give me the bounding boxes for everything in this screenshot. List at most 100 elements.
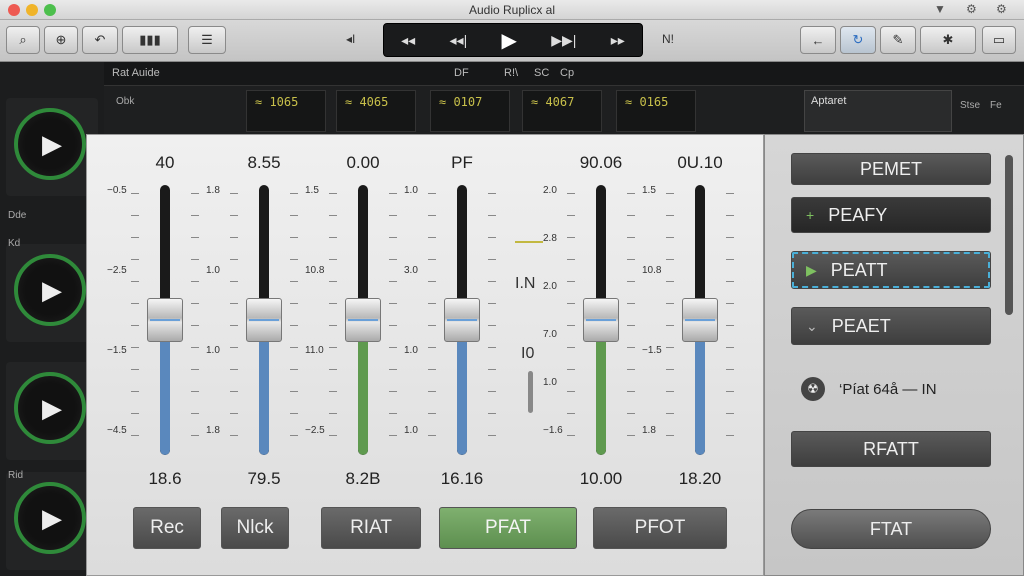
fader-knob[interactable] [583,298,619,342]
deck-play-button[interactable]: ▶ [14,108,86,180]
riat-button[interactable]: RIAT [321,507,421,549]
fader-tick [389,237,397,238]
rewind-icon[interactable]: ◂◂ [401,32,415,49]
fader-tick [230,259,238,260]
fader-tick [726,193,734,194]
fader-tick [666,215,674,216]
fader-tick [389,215,397,216]
fader-tick [726,347,734,348]
preset-panel: PEMET + PEAFY ▶ PEATT ⌄ PEAET ☢ ‘Píat 64… [764,134,1024,576]
waveform-icon: ▮▮▮ [139,32,161,47]
search-icon: ⌕ [19,32,27,47]
deck-play-button[interactable]: ▶ [14,482,86,554]
fader-tick [191,259,199,260]
fader-tick [726,325,734,326]
fader-tick [131,237,139,238]
fader-knob[interactable] [246,298,282,342]
window-button[interactable]: ▭ [982,26,1016,54]
fader-scale-label: 1.0 [404,425,418,436]
fader-tick [290,391,298,392]
ftat-button[interactable]: FTAT [791,509,991,549]
channel-bottom-value: 18.20 [678,469,722,488]
fader-tick [290,347,298,348]
fader-tick [329,435,337,436]
gear-icon[interactable]: ⚙ [966,2,977,16]
fader-tick [131,435,139,436]
preset-item-peaet[interactable]: ⌄ PEAET [791,307,991,345]
list-button[interactable]: ☰ [188,26,226,54]
waveform-button[interactable]: ▮▮▮ [122,26,178,54]
play-icon: ▶ [42,128,62,159]
fader-scale-label: 1.0 [543,377,557,388]
fader-tick [627,413,635,414]
fader-tick [131,391,139,392]
fader-knob[interactable] [682,298,718,342]
plus-icon: + [806,207,815,223]
fader-knob[interactable] [147,298,183,342]
tools-button[interactable]: ✱ [920,26,976,54]
preset-item-pemet[interactable]: PEMET [791,153,991,185]
skip-back-icon[interactable]: ◂◂| [450,32,468,49]
rfatt-button[interactable]: RFATT [791,431,991,467]
fast-forward-icon[interactable]: ▸▸ [611,32,625,49]
channel-bottom-value: 16.16 [440,469,484,488]
back-button[interactable]: ← [800,26,836,54]
fader-tick [488,413,496,414]
preset-scrollbar[interactable] [1005,155,1013,315]
deck-play-button[interactable]: ▶ [14,372,86,444]
rec-button[interactable]: Rec [133,507,201,549]
fader-tick [131,215,139,216]
dropdown-icon[interactable]: ▼ [934,2,946,16]
transport-controls: ◂◂ ◂◂| ▶ ▶▶| ▸▸ [383,23,643,57]
loop-button[interactable]: ↻ [840,26,876,54]
indicator: Cp [560,67,575,79]
transport-label-right: N! [662,32,674,46]
fader-tick [329,303,337,304]
skip-forward-icon[interactable]: ▶▶| [551,32,576,49]
play-icon[interactable]: ▶ [502,28,517,53]
play-icon: ▶ [42,274,62,305]
gear-icon[interactable]: ⚙ [996,2,1007,16]
fader-tick [488,237,496,238]
fader-tick [726,413,734,414]
lock-button[interactable]: Nlck [221,507,289,549]
fader-scale-label: 1.0 [404,345,418,356]
fader-tick [290,435,298,436]
fader-tick [290,413,298,414]
fader-tick [290,259,298,260]
fader-scale-label: 3.0 [404,265,418,276]
deck-label: Dde [8,210,27,221]
channel-top-value: 90.06 [579,153,623,172]
deck-play-button[interactable]: ▶ [14,254,86,326]
undo-icon: ↶ [94,32,106,47]
fader-tick [428,215,436,216]
fader-tick [726,259,734,260]
preset-item-peafy[interactable]: + PEAFY [791,197,991,233]
fader-tick [230,435,238,436]
fader-scale-label: −0.5 [107,185,127,196]
fader-tick [726,215,734,216]
search-button[interactable]: ⌕ [6,26,40,54]
fader-tick [191,303,199,304]
fader-tick [488,259,496,260]
fader-tick [726,281,734,282]
brush-button[interactable]: ✎ [880,26,916,54]
fader-tick [389,325,397,326]
fader-knob[interactable] [444,298,480,342]
channel-bottom-value: 10.00 [579,469,623,488]
pfat-button[interactable]: PFAT [439,507,577,549]
pfot-button[interactable]: PFOT [593,507,727,549]
deck: ▶ [6,244,98,342]
tab-label[interactable]: Rat Auide [112,67,160,79]
channel-bottom-value: 79.5 [247,469,281,488]
fader-tick [567,391,575,392]
undo-button[interactable]: ↶ [82,26,118,54]
fader-tick [389,347,397,348]
fader-tick [726,369,734,370]
target-button[interactable]: ⊕ [44,26,78,54]
fader-knob[interactable] [345,298,381,342]
fader-tick [627,391,635,392]
channel-top-value: PF [451,153,473,172]
fader-tick [389,413,397,414]
preset-item-peatt[interactable]: ▶ PEATT [791,251,991,289]
